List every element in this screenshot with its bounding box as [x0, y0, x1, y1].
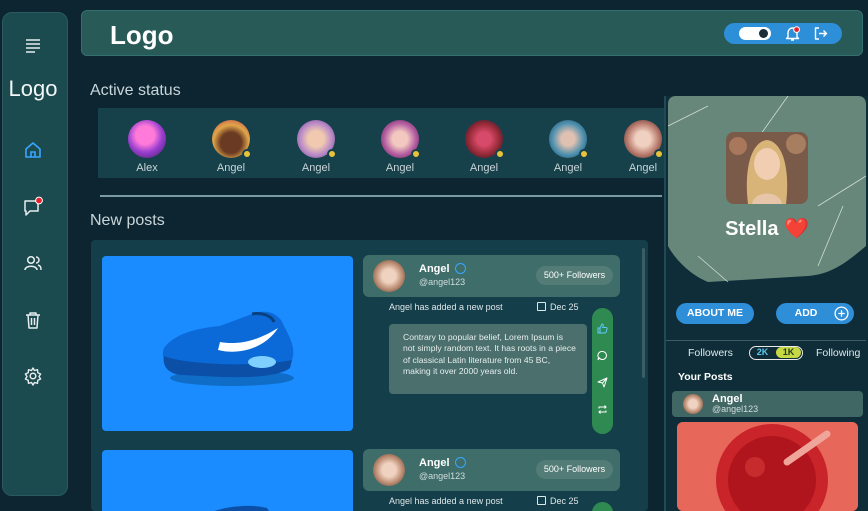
add-button-label: ADD	[794, 307, 818, 319]
story-name: Angel	[469, 162, 499, 174]
home-icon[interactable]	[22, 139, 44, 161]
avatar	[212, 120, 252, 159]
story-item[interactable]: Angel	[201, 120, 261, 174]
author-name[interactable]: Angel	[419, 263, 450, 275]
posts-feed: Angel @angel123 500+ Followers Angel has…	[91, 240, 648, 511]
header-actions	[724, 23, 842, 44]
avatar	[381, 120, 421, 159]
your-posts-title: Your Posts	[678, 371, 733, 383]
header-logo[interactable]: Logo	[110, 20, 174, 51]
calendar-icon	[537, 496, 546, 505]
post-date: Dec 25	[537, 496, 579, 506]
online-dot	[654, 149, 664, 159]
post-actions	[592, 308, 613, 434]
post-author-card: Angel @angel123 500+ Followers	[363, 255, 620, 297]
your-post-author-card: Angel @angel123	[672, 391, 863, 417]
post-image[interactable]	[102, 450, 353, 511]
story-name: Angel	[301, 162, 331, 174]
profile-divider	[666, 340, 866, 341]
post-date-text: Dec 25	[550, 496, 579, 506]
author-name[interactable]: Angel	[419, 457, 450, 469]
author-avatar[interactable]	[373, 260, 405, 292]
following-count: 1K	[776, 347, 801, 358]
avatar	[465, 120, 505, 159]
toggle-knob	[759, 29, 768, 38]
send-icon[interactable]	[597, 377, 608, 388]
post-date-text: Dec 25	[550, 302, 579, 312]
post-author-card: Angel @angel123 500+ Followers	[363, 449, 620, 491]
message-icon[interactable]	[22, 196, 44, 218]
story-item[interactable]: Angel	[538, 120, 598, 174]
repost-icon[interactable]	[597, 404, 608, 415]
author-handle: @angel123	[419, 277, 466, 287]
sidebar-logo[interactable]: Logo	[0, 76, 66, 102]
sneaker-image	[214, 505, 269, 511]
story-item[interactable]: Alex	[117, 120, 177, 174]
post-actions	[592, 502, 613, 511]
author-avatar[interactable]	[683, 394, 703, 414]
story-name: Angel	[216, 162, 246, 174]
online-dot	[579, 149, 589, 159]
about-me-button[interactable]: ABOUT ME	[676, 303, 754, 324]
story-name: Alex	[136, 162, 158, 174]
post-date: Dec 25	[537, 302, 579, 312]
profile-name: Stella ❤️	[725, 218, 809, 240]
menu-icon[interactable]	[22, 34, 44, 56]
feed-scrollbar[interactable]	[642, 248, 645, 378]
follow-plus-icon[interactable]	[455, 263, 466, 274]
users-icon[interactable]	[22, 252, 44, 274]
avatar	[624, 120, 664, 159]
section-divider	[100, 195, 662, 197]
avatar	[128, 120, 166, 158]
avatar	[549, 120, 589, 159]
theme-toggle[interactable]	[739, 27, 771, 40]
story-item[interactable]: Angel	[370, 120, 430, 174]
online-dot	[495, 149, 505, 159]
comment-icon[interactable]	[597, 350, 608, 361]
story-item[interactable]: Angel	[454, 120, 514, 174]
author-handle: @angel123	[712, 404, 759, 414]
trash-icon[interactable]	[22, 309, 44, 331]
gear-icon[interactable]	[22, 365, 44, 387]
add-plus-icon[interactable]	[834, 306, 849, 321]
story-name: Angel	[385, 162, 415, 174]
profile-photo[interactable]	[726, 132, 808, 204]
followers-count: 2K	[751, 348, 774, 357]
story-item[interactable]: Angel	[286, 120, 346, 174]
online-dot	[327, 149, 337, 159]
post-activity: Angel has added a new post	[389, 302, 503, 312]
following-label[interactable]: Following	[816, 347, 860, 359]
followers-label[interactable]: Followers	[688, 347, 733, 359]
post-image[interactable]	[102, 256, 353, 431]
post-text: Contrary to popular belief, Lorem Ipsum …	[389, 324, 587, 394]
author-avatar[interactable]	[373, 454, 405, 486]
new-posts-title: New posts	[90, 212, 165, 229]
avatar	[297, 120, 337, 159]
followers-badge: 500+ Followers	[536, 266, 613, 285]
your-post-image[interactable]	[677, 422, 858, 511]
online-dot	[242, 149, 252, 159]
online-dot	[411, 149, 421, 159]
followers-badge: 500+ Followers	[536, 460, 613, 479]
follow-plus-icon[interactable]	[455, 457, 466, 468]
follow-stats: 2K 1K	[749, 346, 803, 360]
post-activity: Angel has added a new post	[389, 496, 503, 506]
story-name: Angel	[553, 162, 583, 174]
active-status-bar: Alex Angel Angel Angel Angel Angel Angel	[98, 108, 664, 178]
author-handle: @angel123	[419, 471, 466, 481]
bell-icon[interactable]	[784, 25, 801, 42]
calendar-icon	[537, 302, 546, 311]
sneaker-image	[162, 311, 294, 386]
top-bar: Logo	[81, 10, 863, 56]
like-icon[interactable]	[597, 323, 608, 334]
active-status-title: Active status	[90, 82, 181, 99]
logout-icon[interactable]	[812, 25, 829, 42]
